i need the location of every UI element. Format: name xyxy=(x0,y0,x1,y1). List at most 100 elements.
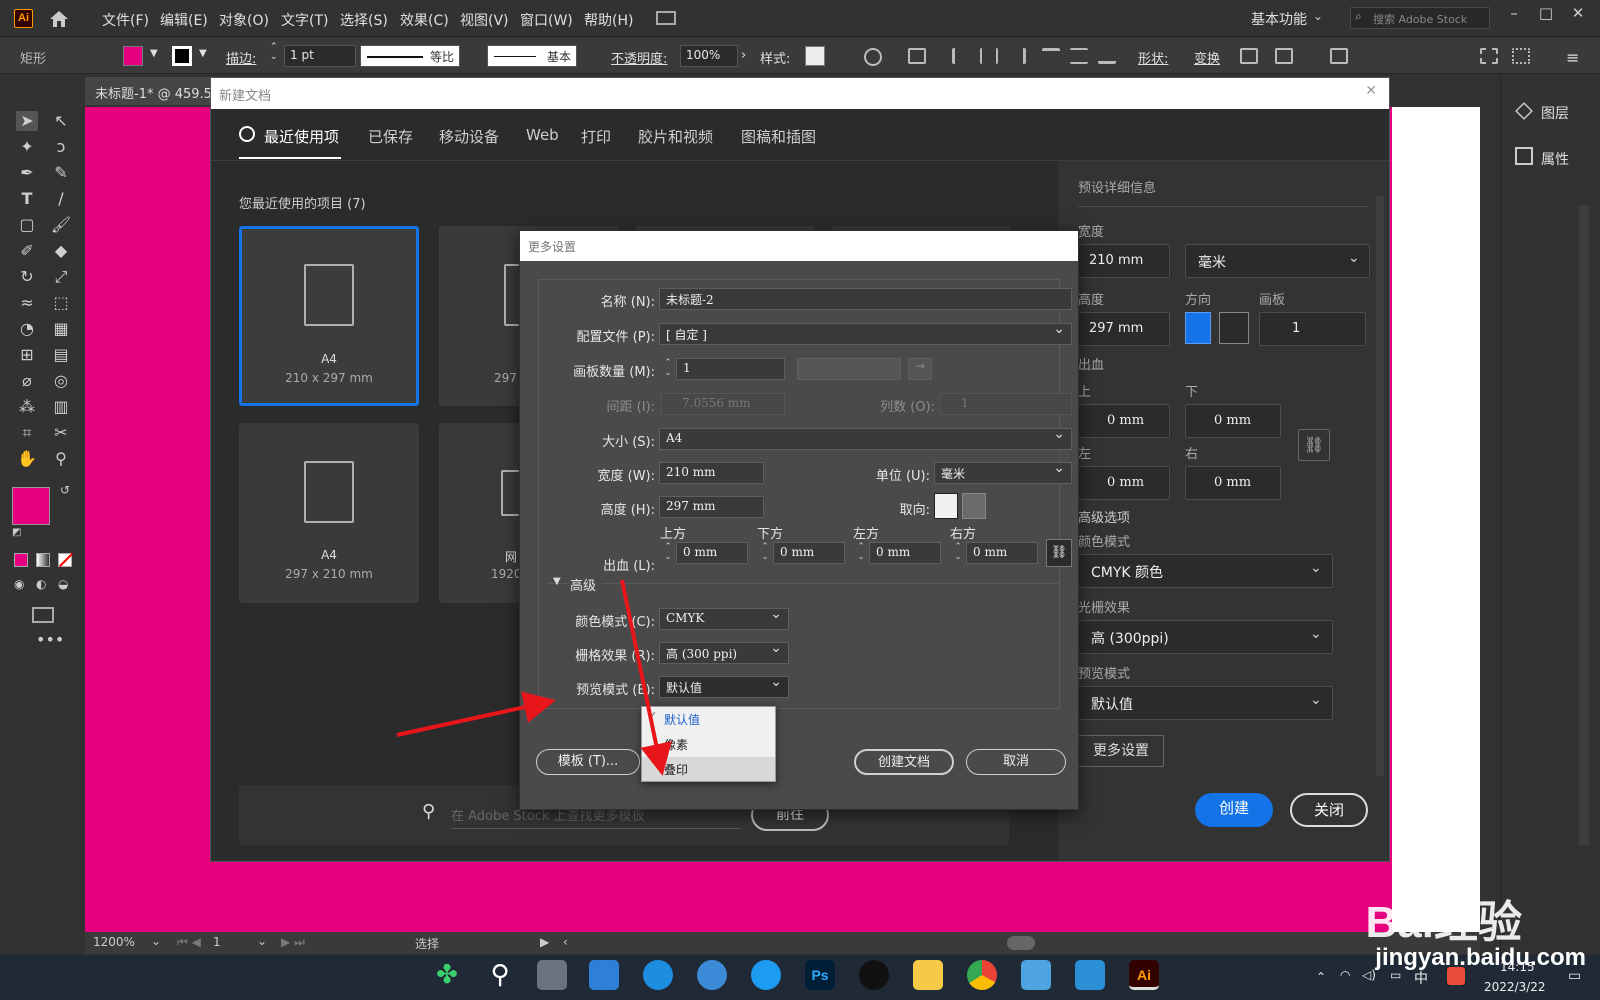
templates-button[interactable]: 模板 (T)... xyxy=(536,749,640,775)
link-icon[interactable]: ⛓ xyxy=(1298,429,1330,461)
tab-mobile[interactable]: 移动设备 xyxy=(439,126,499,147)
unit-select[interactable]: 毫米 xyxy=(1185,244,1370,278)
stepper-icon[interactable]: ⌃ ⌄ xyxy=(951,542,965,564)
size-select[interactable]: A4 xyxy=(659,426,1072,450)
preview-mode-select[interactable]: 默认值 xyxy=(1078,686,1333,720)
raster-effects-select[interactable]: 高 (300 ppi) xyxy=(659,640,789,664)
opacity-input[interactable]: 100% xyxy=(680,45,738,67)
close-icon[interactable]: ✕ xyxy=(1365,83,1377,99)
start-icon[interactable]: ✤ xyxy=(432,960,462,990)
rectangle-tool-icon[interactable]: ▢ xyxy=(16,215,38,235)
preview-mode-select[interactable]: 默认值 xyxy=(659,674,789,698)
selection-tool-icon[interactable]: ➤ xyxy=(16,111,38,131)
chevron-left-icon[interactable]: ‹ xyxy=(563,935,568,949)
type-tool-icon[interactable]: T xyxy=(16,189,38,209)
transform-icon[interactable] xyxy=(908,48,926,64)
advanced-section-toggle[interactable]: 高级 xyxy=(570,575,603,594)
bleed-left-input[interactable]: 0 mm xyxy=(1078,466,1170,500)
menu-file[interactable]: 文件(F) xyxy=(102,10,149,30)
distribute-icon[interactable] xyxy=(1512,48,1530,64)
more-tools-icon[interactable]: ••• xyxy=(36,630,64,649)
tab-print[interactable]: 打印 xyxy=(581,126,611,147)
height-input[interactable]: 297 mm xyxy=(1078,312,1170,346)
menu-window[interactable]: 窗口(W) xyxy=(520,10,573,30)
portrait-icon[interactable] xyxy=(934,493,958,519)
rotate-tool-icon[interactable]: ↻ xyxy=(16,267,38,287)
properties-icon[interactable] xyxy=(1515,147,1533,165)
advanced-options-toggle[interactable]: 高级选项 xyxy=(1078,507,1130,526)
search-icon[interactable]: ⚲ xyxy=(485,960,515,990)
artboard-layout-icons[interactable] xyxy=(797,358,901,380)
bleed-right-input[interactable]: 0 mm xyxy=(966,542,1038,564)
align-middle-icon[interactable] xyxy=(1070,48,1088,64)
globe-icon[interactable] xyxy=(864,48,882,66)
portrait-icon[interactable] xyxy=(1185,312,1211,344)
scrollbar[interactable] xyxy=(1376,196,1384,776)
chevron-down-icon[interactable]: ⌄ xyxy=(151,934,161,948)
dropdown-option-overprint[interactable]: 叠印 xyxy=(642,757,775,781)
magic-wand-tool-icon[interactable]: ✦ xyxy=(16,137,38,157)
chevron-right-icon[interactable]: ▶ xyxy=(540,935,549,949)
arrange-documents-icon[interactable] xyxy=(656,11,676,25)
warp-icon[interactable] xyxy=(1275,48,1293,64)
browser-icon[interactable] xyxy=(643,960,673,990)
eyedropper-tool-icon[interactable]: ⌀ xyxy=(16,371,38,391)
chat-app-icon[interactable] xyxy=(751,960,781,990)
eraser-tool-icon[interactable]: ◆ xyxy=(50,241,72,261)
fill-color-swatch[interactable] xyxy=(12,487,50,525)
bleed-left-input[interactable]: 0 mm xyxy=(869,542,941,564)
stepper-icon[interactable]: ⌃ ⌄ xyxy=(854,542,868,564)
qq-icon[interactable] xyxy=(859,960,889,990)
hand-tool-icon[interactable]: ✋ xyxy=(16,449,38,469)
width-tool-icon[interactable]: ≈ xyxy=(16,293,38,313)
pen-tool-icon[interactable]: ✒ xyxy=(16,163,38,183)
blend-tool-icon[interactable]: ◎ xyxy=(50,371,72,391)
volume-icon[interactable]: ◁) xyxy=(1362,968,1376,982)
stepper-icon[interactable]: ⌃ ⌄ xyxy=(270,42,278,62)
page-number[interactable]: 1 xyxy=(213,935,221,949)
isolate-icon[interactable] xyxy=(1240,48,1258,64)
profile-select[interactable]: [ 自定 ] xyxy=(659,321,1072,345)
draw-inside-icon[interactable]: ◒ xyxy=(58,577,68,591)
wifi-icon[interactable]: ◠ xyxy=(1340,968,1350,982)
layers-panel-tab[interactable]: 图层 xyxy=(1541,103,1569,123)
align-right-icon[interactable] xyxy=(1008,48,1026,64)
tab-web[interactable]: Web xyxy=(526,126,559,144)
graph-tool-icon[interactable]: ▥ xyxy=(50,397,72,417)
chevron-down-icon[interactable]: ⌄ xyxy=(257,934,267,948)
arrow-right-icon[interactable]: → xyxy=(908,358,932,380)
bleed-bottom-input[interactable]: 0 mm xyxy=(773,542,845,564)
shape-builder-tool-icon[interactable]: ◔ xyxy=(16,319,38,339)
close-window-icon[interactable]: ✕ xyxy=(1566,4,1590,22)
default-colors-icon[interactable]: ◩ xyxy=(12,527,21,538)
swap-colors-icon[interactable]: ↺ xyxy=(60,483,70,497)
bleed-bottom-input[interactable]: 0 mm xyxy=(1185,404,1281,438)
chevron-down-icon[interactable]: ▼ xyxy=(199,48,207,59)
menu-edit[interactable]: 编辑(E) xyxy=(160,10,208,30)
tab-recent[interactable]: 最近使用项 xyxy=(264,126,339,147)
chevron-down-icon[interactable]: ⌄ xyxy=(1313,9,1323,23)
shaper-tool-icon[interactable]: ✐ xyxy=(16,241,38,261)
color-mode-select[interactable]: CMYK 颜色 xyxy=(1078,554,1333,588)
properties-panel-tab[interactable]: 属性 xyxy=(1541,149,1569,169)
align-center-icon[interactable] xyxy=(980,48,998,64)
draw-behind-icon[interactable]: ◐ xyxy=(36,577,46,591)
artboard-tool-icon[interactable]: ⌗ xyxy=(16,423,38,443)
free-transform-tool-icon[interactable]: ⬚ xyxy=(50,293,72,313)
file-explorer-icon[interactable] xyxy=(913,960,943,990)
create-document-button[interactable]: 创建文档 xyxy=(854,749,954,775)
photoshop-icon[interactable]: Ps xyxy=(805,960,835,990)
clock-date[interactable]: 2022/3/22 xyxy=(1484,980,1546,994)
draw-normal-icon[interactable]: ◉ xyxy=(14,577,24,591)
maximize-icon[interactable]: □ xyxy=(1534,4,1558,22)
width-input[interactable]: 210 mm xyxy=(659,462,764,484)
spacing-input[interactable]: 7.0556 mm xyxy=(661,393,785,415)
stroke-weight-input[interactable]: 1 pt xyxy=(284,45,356,67)
stepper-icon[interactable]: ⌃ ⌄ xyxy=(758,542,772,564)
task-view-icon[interactable] xyxy=(537,960,567,990)
paintbrush-tool-icon[interactable]: 🖌 xyxy=(50,215,72,235)
raster-effects-select[interactable]: 高 (300ppi) xyxy=(1078,620,1333,654)
stroke-label[interactable]: 描边: xyxy=(226,48,256,67)
transform-label[interactable]: 变换 xyxy=(1194,48,1220,67)
minimize-icon[interactable]: – xyxy=(1502,4,1526,22)
